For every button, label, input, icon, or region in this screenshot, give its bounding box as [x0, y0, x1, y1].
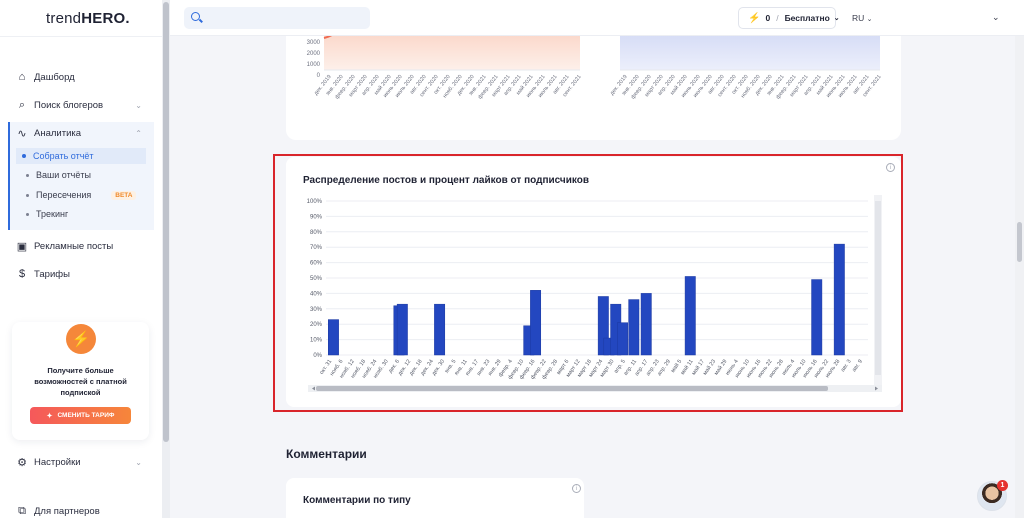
- lightning-icon: ⚡: [66, 324, 96, 354]
- y-tick-label: 2000: [306, 51, 320, 57]
- topbar: ⚡ 0 / Бесплатно ⌄ RU ⌄ ⌄: [170, 0, 1024, 36]
- search-input[interactable]: [184, 7, 370, 29]
- sidebar-item-label: Поиск блогеров: [34, 99, 104, 111]
- chevron-down-icon: ⌄: [135, 457, 142, 467]
- chevron-down-icon: ⌄: [833, 15, 840, 22]
- plan-count: 0: [765, 13, 771, 23]
- gear-icon: ⚙: [17, 456, 27, 469]
- sidebar-item-settings[interactable]: ⚙ Настройки ⌄: [16, 451, 150, 473]
- search-icon: [191, 12, 200, 21]
- sidebar-item-label: Для партнеров: [34, 505, 100, 517]
- sidebar-item-label: Настройки: [34, 456, 81, 468]
- notification-badge: 1: [997, 480, 1008, 491]
- orange-area-fill: [324, 36, 580, 70]
- sidebar-item-pricing[interactable]: $ Тарифы: [16, 263, 150, 285]
- main-scrollbar-thumb[interactable]: [1017, 222, 1022, 262]
- handshake-icon: ⧉: [18, 504, 26, 517]
- sidebar-sub-your-reports[interactable]: Ваши отчёты: [26, 167, 146, 183]
- plan-name: Бесплатно: [784, 13, 830, 23]
- plan-dropdown[interactable]: ⚡ 0 / Бесплатно ⌄: [738, 7, 840, 29]
- sidebar-sub-tracking[interactable]: Трекинг: [26, 206, 146, 222]
- separator: /: [776, 13, 779, 23]
- section-title: Комментарии: [286, 447, 367, 461]
- change-plan-button[interactable]: ✦ СМЕНИТЬ ТАРИФ: [30, 407, 131, 424]
- comments-by-type-card: Комментарии по типу i: [286, 478, 584, 518]
- card-title: Комментарии по типу: [303, 495, 411, 506]
- sidebar-item-partners[interactable]: ⧉ Для партнеров: [16, 500, 150, 518]
- home-icon: ⌂: [18, 71, 26, 83]
- sidebar-sub-intersections[interactable]: Пересечения BETA: [26, 187, 146, 203]
- language-label: RU: [852, 13, 865, 23]
- sidebar-item-ad-posts[interactable]: ▣ Рекламные посты: [16, 235, 150, 257]
- sidebar-item-label: Аналитика: [34, 127, 82, 139]
- highlight-box: [273, 154, 903, 412]
- y-tick-label: 3000: [306, 40, 320, 46]
- y-tick-label: 1000: [306, 62, 320, 68]
- previous-charts-card: 3000 2000 1000 0 дек. 2019 янв. 2020 февр. 20…: [286, 36, 901, 140]
- search-icon: ⌕: [18, 98, 26, 111]
- upgrade-promo-card: ⚡ Получите больше возможностей с платной…: [12, 322, 149, 440]
- divider: [0, 36, 162, 37]
- chevron-down-icon: ⌄: [135, 100, 142, 110]
- account-menu-chevron-icon[interactable]: ⌄: [992, 12, 1000, 23]
- y-tick-label: 0: [316, 73, 320, 79]
- sidebar: trendHERO. ⌂ Дашборд ⌕ Поиск блогеров ⌄ …: [0, 0, 170, 518]
- main-scrollbar[interactable]: [1015, 36, 1024, 518]
- beta-badge: BETA: [111, 190, 137, 200]
- bullet-icon: [26, 173, 29, 177]
- ad-post-icon: ▣: [16, 240, 28, 253]
- sidebar-scrollbar-thumb[interactable]: [163, 2, 169, 442]
- blue-area-fill: [620, 36, 880, 70]
- dollar-icon: $: [18, 268, 26, 280]
- sidebar-item-label: Тарифы: [34, 268, 70, 280]
- pulse-icon: ∿: [17, 127, 27, 140]
- sidebar-item-label: Собрать отчёт: [33, 151, 94, 161]
- bullet-icon: [26, 212, 29, 216]
- sidebar-item-dashboard[interactable]: ⌂ Дашборд: [16, 66, 150, 88]
- sidebar-item-label: Рекламные посты: [34, 240, 114, 252]
- chevron-down-icon: ⌄: [866, 16, 873, 23]
- sparkle-icon: ✦: [46, 412, 53, 420]
- chevron-up-icon: ⌃: [135, 128, 142, 138]
- promo-text: Получите больше возможностей с платной п…: [34, 366, 127, 397]
- sidebar-item-blogger-search[interactable]: ⌕ Поиск блогеров ⌄: [16, 94, 150, 116]
- sidebar-item-label: Дашборд: [34, 71, 75, 83]
- sidebar-scrollbar[interactable]: [162, 0, 170, 518]
- bullet-icon: [26, 193, 29, 197]
- info-icon[interactable]: i: [572, 484, 581, 493]
- logo[interactable]: trendHERO.: [46, 10, 130, 27]
- lightning-icon: ⚡: [748, 12, 761, 24]
- bullet-icon: [22, 154, 26, 158]
- sidebar-item-label: Ваши отчёты: [36, 170, 91, 180]
- button-label: СМЕНИТЬ ТАРИФ: [57, 412, 115, 419]
- sidebar-item-analytics[interactable]: ∿ Аналитика ⌃: [16, 122, 150, 144]
- sidebar-sub-build-report[interactable]: Собрать отчёт: [16, 148, 146, 164]
- sidebar-item-label: Трекинг: [36, 209, 69, 219]
- language-select[interactable]: RU ⌄: [852, 13, 873, 23]
- sidebar-item-label: Пересечения: [36, 190, 92, 200]
